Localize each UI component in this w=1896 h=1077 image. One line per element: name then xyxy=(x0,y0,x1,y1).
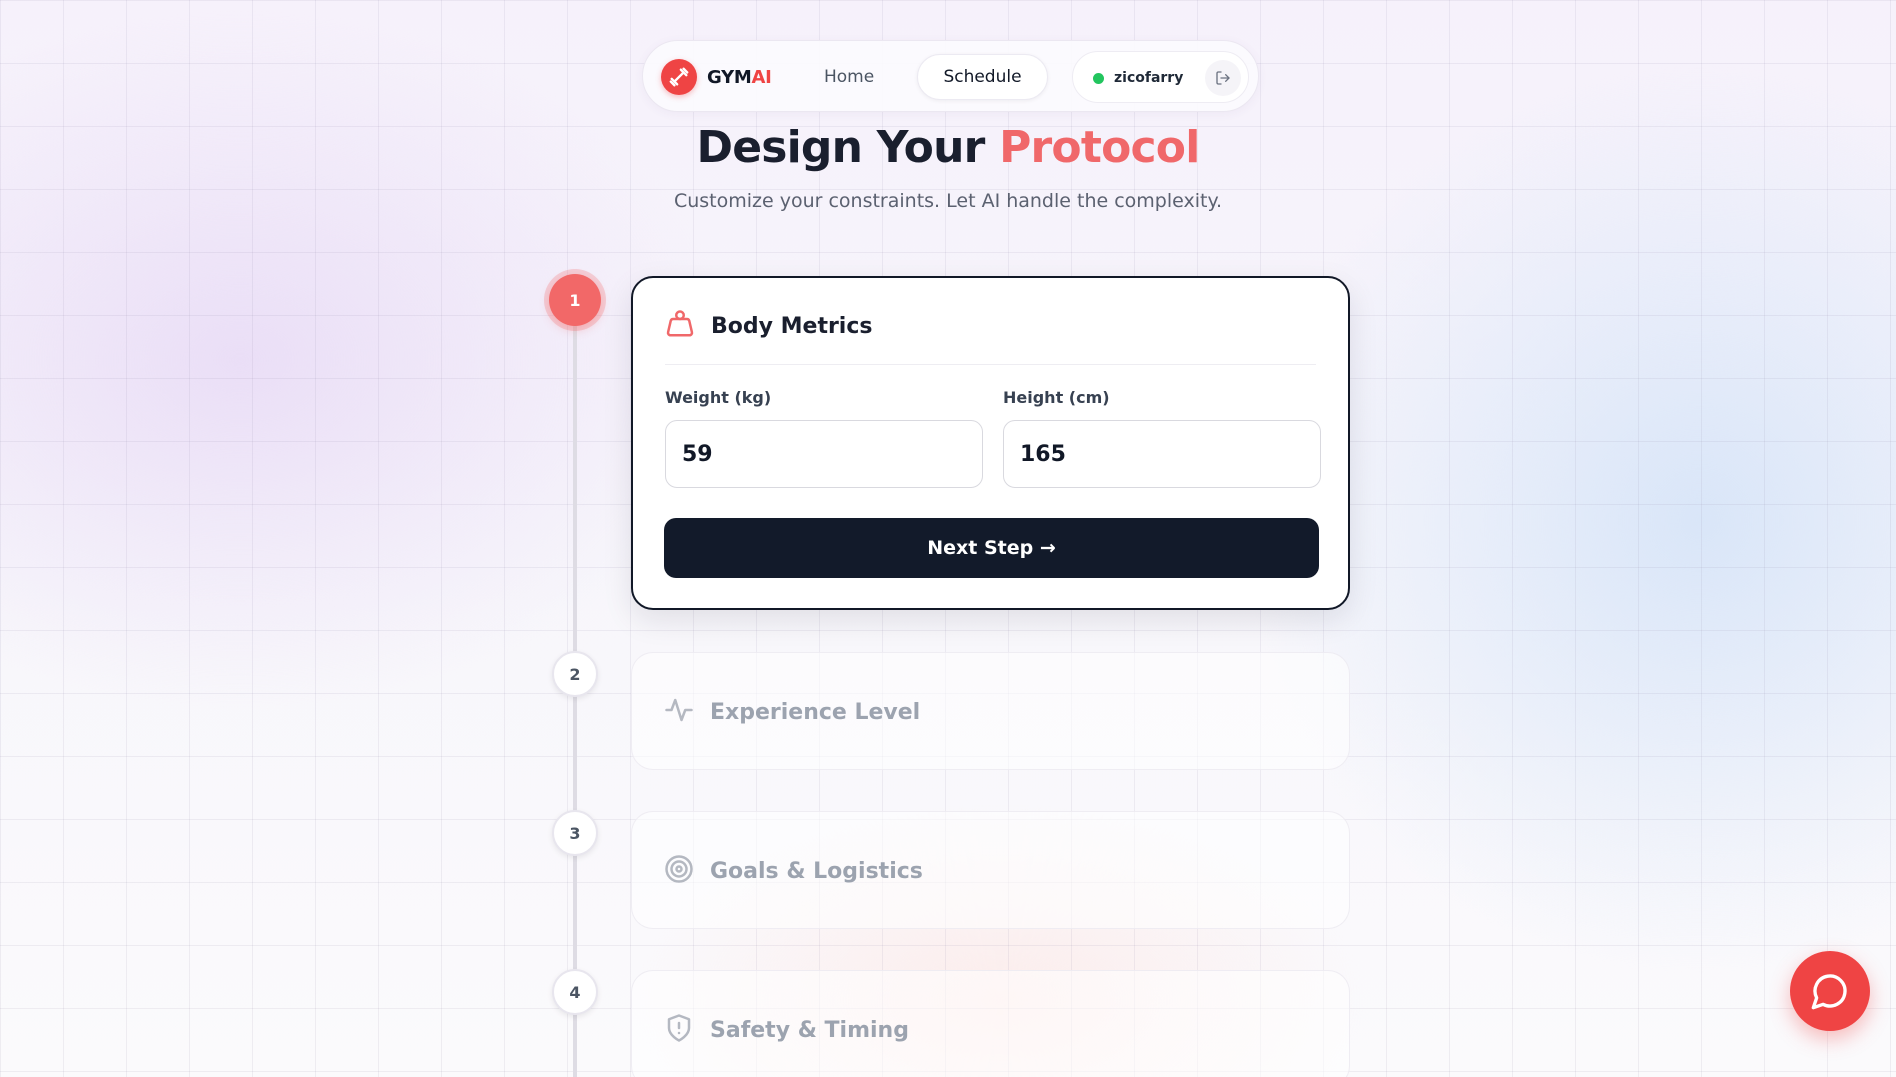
activity-icon xyxy=(664,695,694,729)
logo[interactable]: GYMAI xyxy=(661,59,772,95)
user-pill: zicofarry xyxy=(1072,51,1249,103)
online-status-dot xyxy=(1093,73,1104,84)
height-label: Height (cm) xyxy=(1003,388,1110,407)
step-card-body-metrics: Body Metrics Weight (kg) Height (cm) Nex… xyxy=(631,276,1350,610)
weight-input[interactable] xyxy=(665,420,983,488)
card-header: Experience Level xyxy=(664,696,920,728)
card-title: Experience Level xyxy=(710,699,921,725)
nav-schedule[interactable]: Schedule xyxy=(917,54,1048,100)
next-step-button[interactable]: Next Step → xyxy=(664,518,1319,578)
logout-icon xyxy=(1216,71,1230,85)
target-icon xyxy=(664,854,694,888)
chat-button[interactable] xyxy=(1790,951,1870,1031)
logo-text: GYMAI xyxy=(707,66,772,88)
card-title: Safety & Timing xyxy=(710,1017,909,1043)
card-header: Safety & Timing xyxy=(664,1014,909,1046)
step-number-1[interactable]: 1 xyxy=(549,274,601,326)
page-title: Design Your Protocol xyxy=(696,122,1200,173)
card-divider xyxy=(665,364,1316,365)
step-number-3[interactable]: 3 xyxy=(552,810,598,856)
page-subtitle: Customize your constraints. Let AI handl… xyxy=(673,190,1223,212)
step-card-experience-level[interactable]: Experience Level xyxy=(631,652,1350,770)
height-input[interactable] xyxy=(1003,420,1321,488)
card-title: Body Metrics xyxy=(711,313,873,339)
weight-icon xyxy=(665,309,695,343)
logout-button[interactable] xyxy=(1205,60,1241,96)
card-title: Goals & Logistics xyxy=(710,858,923,884)
step-card-goals-logistics[interactable]: Goals & Logistics xyxy=(631,811,1350,929)
step-number-2[interactable]: 2 xyxy=(552,651,598,697)
username: zicofarry xyxy=(1114,70,1184,86)
top-nav: GYMAI Home Schedule zicofarry xyxy=(642,40,1259,112)
card-header: Body Metrics xyxy=(665,310,873,342)
card-header: Goals & Logistics xyxy=(664,855,923,887)
dumbbell-icon xyxy=(661,59,697,95)
weight-label: Weight (kg) xyxy=(665,388,772,407)
step-card-safety-timing[interactable]: Safety & Timing xyxy=(631,970,1350,1077)
shield-icon xyxy=(664,1013,694,1047)
step-number-4[interactable]: 4 xyxy=(552,969,598,1015)
nav-home[interactable]: Home xyxy=(824,63,874,91)
chat-bubble-icon xyxy=(1811,974,1847,1010)
